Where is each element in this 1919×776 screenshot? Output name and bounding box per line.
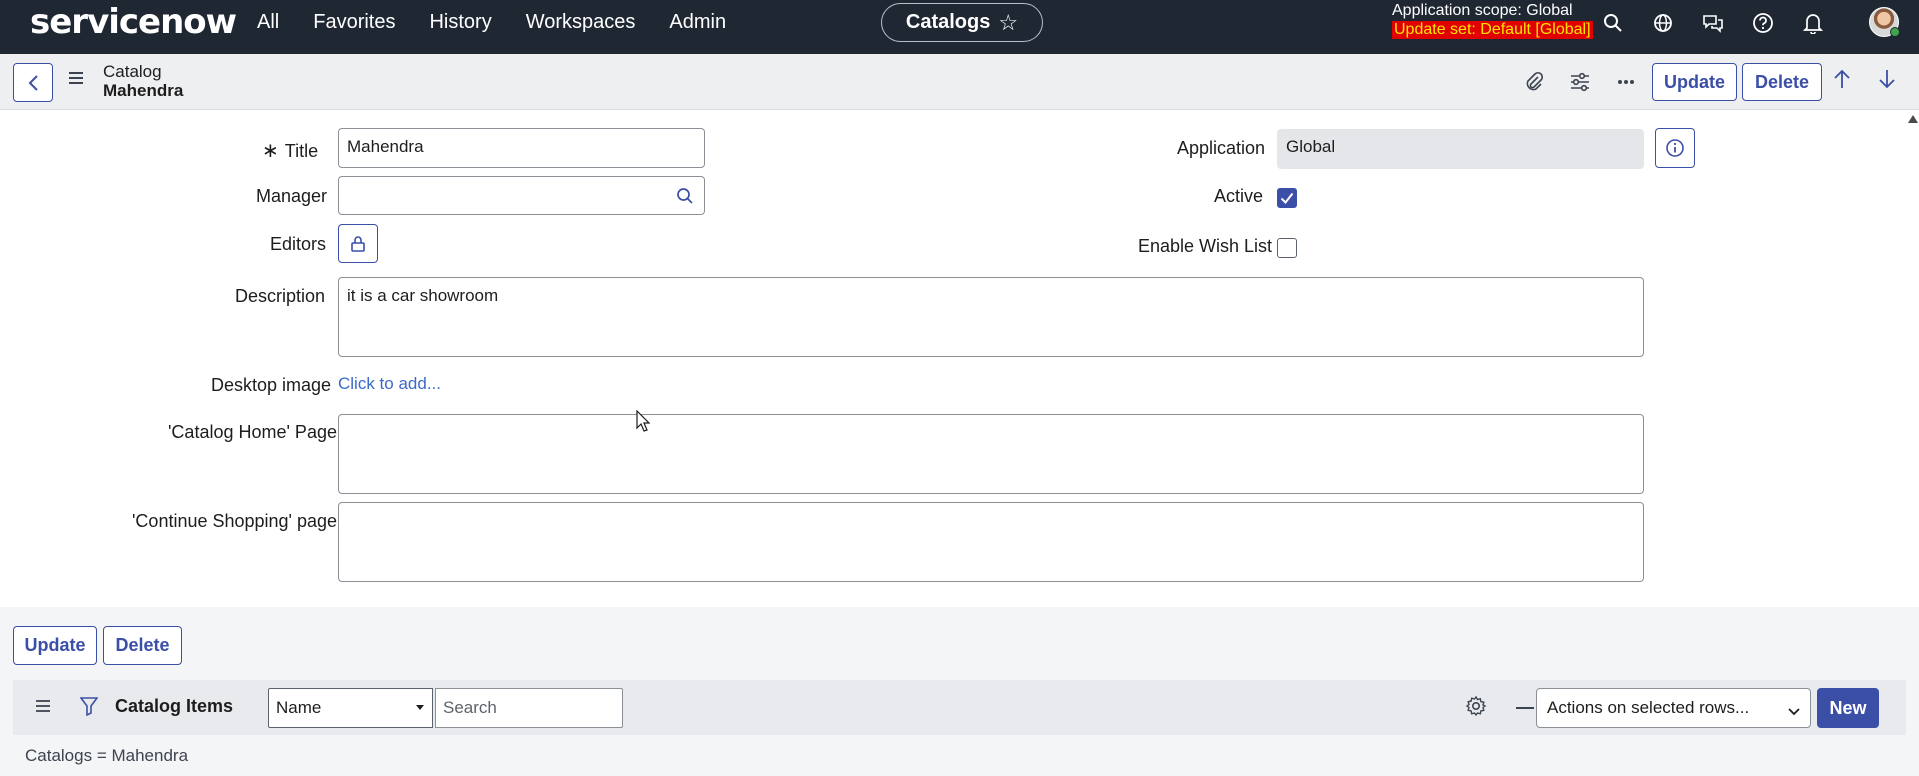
manager-field[interactable] [338,176,666,215]
search-field-select[interactable]: Name [268,688,433,728]
caret-down-icon [416,705,424,710]
new-button[interactable]: New [1817,688,1879,728]
list-search-input[interactable]: Search [435,688,623,728]
bell-icon[interactable] [1800,10,1826,36]
next-record-icon[interactable] [1878,68,1896,95]
info-icon [1666,139,1684,157]
record-header: Catalog Mahendra Update Delete [0,54,1919,110]
active-label: Active [1214,186,1264,206]
scope-label: Application scope: Global [1392,2,1573,19]
search-field-value: Name [276,698,322,717]
header-update-button[interactable]: Update [1652,63,1737,101]
context-pill-label: Catalogs [905,11,991,33]
continue-shopping-page-field[interactable] [338,502,1644,582]
user-avatar[interactable] [1869,7,1900,37]
nav-workspaces[interactable]: Workspaces [526,11,636,34]
scroll-up-arrow[interactable] [1908,115,1918,123]
actions-select-value: Actions on selected rows... [1547,698,1750,717]
application-label: Application [1177,138,1266,158]
star-icon[interactable]: ☆ [998,10,1018,36]
catalog-items-list-header: Catalog Items Name Search Actions on sel… [13,680,1906,735]
desktop-image-label: Desktop image [211,375,332,395]
header-icons [1520,68,1658,96]
chat-icon[interactable] [1700,10,1726,36]
nav-favorites[interactable]: Favorites [313,11,395,34]
nav-admin[interactable]: Admin [669,11,726,34]
footer-delete-button[interactable]: Delete [103,626,182,665]
nav-menu: All Favorites History Workspaces Admin [257,11,760,34]
application-scope[interactable]: Application scope: Global Update set: De… [1392,2,1593,39]
back-button[interactable] [13,63,53,102]
mouse-cursor [636,409,651,437]
nav-all[interactable]: All [257,11,279,34]
application-field: Global [1277,129,1644,169]
filter-icon[interactable] [79,696,99,721]
personalize-form-icon[interactable] [1566,68,1594,96]
title-label: ∗ Title [262,140,319,162]
continue-shopping-page-label: 'Continue Shopping' page [132,511,338,531]
manager-lookup-button[interactable] [665,176,705,215]
list-menu-icon[interactable] [35,699,51,718]
mandatory-icon: ∗ [262,140,279,162]
description-field[interactable]: it is a car showroom [338,277,1644,357]
more-options-icon[interactable] [1612,68,1640,96]
servicenow-logo[interactable]: servicenow [30,2,237,42]
related-list-title: Catalog Items [115,696,234,716]
application-info-button[interactable] [1655,128,1695,168]
context-pill[interactable]: Catalogs ☆ [881,3,1043,42]
desktop-image-add-link[interactable]: Click to add... [338,374,441,394]
related-lists-area: Update Delete Catalog Items Name Search … [0,607,1919,776]
search-icon [676,187,693,204]
editors-label: Editors [270,234,327,254]
checkmark-icon [1280,192,1294,204]
top-navigation: servicenow All Favorites History Workspa… [0,0,1919,54]
attachment-icon[interactable] [1520,68,1548,96]
catalog-home-page-field[interactable] [338,414,1644,494]
enable-wish-list-checkbox[interactable] [1277,238,1297,258]
collapse-icon[interactable] [1516,707,1534,709]
previous-record-icon[interactable] [1833,68,1851,95]
editors-unlock-button[interactable] [338,224,378,263]
search-icon[interactable] [1600,10,1626,36]
help-icon[interactable] [1750,10,1776,36]
record-title: Catalog Mahendra [103,62,183,100]
nav-history[interactable]: History [429,11,491,34]
record-name: Mahendra [103,81,184,100]
title-field[interactable]: Mahendra [338,128,705,168]
active-checkbox[interactable] [1277,188,1297,208]
top-icons [1600,10,1850,36]
globe-icon[interactable] [1650,10,1676,36]
gear-icon[interactable] [1465,695,1487,722]
update-set-label: Update set: Default [Global] [1392,21,1593,39]
header-delete-button[interactable]: Delete [1742,63,1822,101]
presence-dot [1890,27,1900,37]
catalog-home-page-label: 'Catalog Home' Page [168,422,337,442]
list-breadcrumb[interactable]: Catalogs = Mahendra [25,746,188,766]
footer-update-button[interactable]: Update [13,626,97,665]
chevron-down-icon [1788,701,1800,721]
description-label: Description [235,286,326,306]
lock-icon [351,235,365,252]
actions-on-selected-rows-select[interactable]: Actions on selected rows... [1536,688,1811,728]
context-menu-icon[interactable] [68,71,84,90]
record-type: Catalog [103,62,162,81]
manager-label: Manager [256,186,328,206]
enable-wish-list-label: Enable Wish List [1138,236,1273,256]
